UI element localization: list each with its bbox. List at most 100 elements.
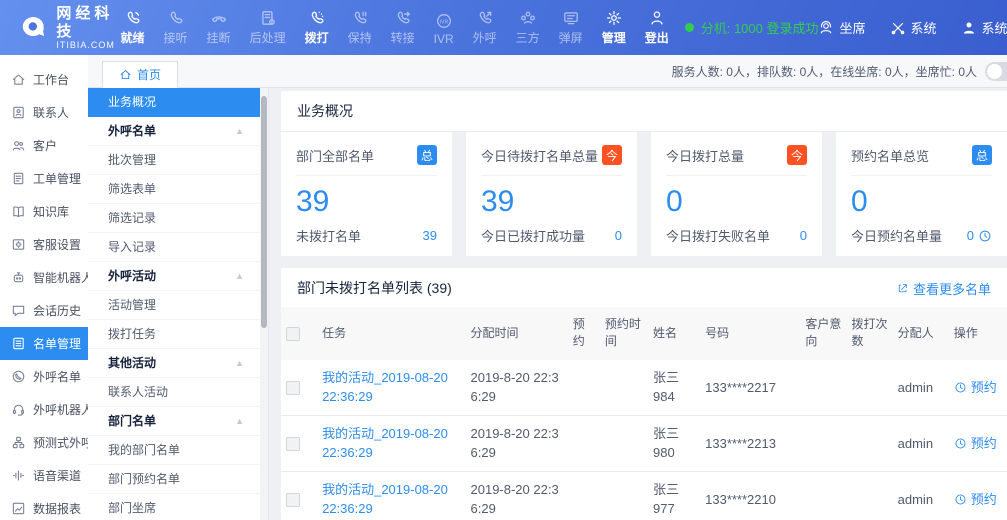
toolbar-ivr-button[interactable]: IVRIVR (434, 12, 454, 46)
monitor-toggle[interactable] (985, 62, 1007, 81)
sidebar-item-outbound-list[interactable]: 外呼名单 (0, 360, 88, 393)
queue-stats: 服务人数: 0人，排队数: 0人，在线坐席: 0人，坐席忙: 0人 (672, 55, 1007, 87)
sidebar-item-label: 外呼机器人 (33, 401, 93, 418)
submenu-item-filter-form[interactable]: 筛选表单 (88, 175, 268, 204)
logo-icon (18, 12, 48, 44)
logo-title: 网经科技 (56, 5, 120, 40)
sidebar-item-voice-channel[interactable]: 语音渠道 (0, 459, 88, 492)
view-more-link[interactable]: 查看更多名单 (897, 279, 991, 298)
task-link[interactable]: 我的活动_2019-08-2022:36:29 (322, 426, 448, 461)
toolbar-outcall-button[interactable]: 外呼 (473, 9, 497, 46)
assign-time: 2019-8-20 22:36:29 (471, 370, 559, 405)
card-value: 39 (296, 176, 437, 226)
hangup-icon (210, 9, 228, 27)
toolbar-label: 就绪 (121, 29, 145, 46)
queue-stats-text: 服务人数: 0人，排队数: 0人，在线坐席: 0人，坐席忙: 0人 (672, 63, 977, 80)
submenu-item-dial-tasks[interactable]: 拨打任务 (88, 320, 268, 349)
submenu-scrollbar[interactable] (260, 88, 268, 520)
outcall-icon (476, 9, 494, 27)
toolbar-answer-button[interactable]: 接听 (164, 9, 188, 46)
submenu-section-label: 部门名单 (108, 414, 156, 428)
submenu-label: 部门坐席 (108, 501, 156, 515)
sidebar-item-service-settings[interactable]: 客服设置 (0, 228, 88, 261)
stat-card-department-total: 部门全部名单总 39 未拨打名单39 (281, 132, 452, 256)
submenu-section-outbound-list[interactable]: 外呼名单▲ (88, 117, 268, 146)
tab-home[interactable]: 首页 (102, 61, 178, 88)
sidebar-item-customers[interactable]: 客户 (0, 129, 88, 162)
toolbar-transfer-button[interactable]: 转接 (391, 9, 415, 46)
submenu-item-filter-records[interactable]: 筛选记录 (88, 204, 268, 233)
sidebar-item-workorders[interactable]: 工单管理 (0, 162, 88, 195)
agent-menu-item[interactable]: 坐席 (818, 18, 865, 37)
sidebar-item-robot[interactable]: 智能机器人 (0, 261, 88, 294)
assignee: admin (898, 380, 933, 395)
sidebar-item-knowledge[interactable]: 知识库 (0, 195, 88, 228)
submenu-item-department-reserve-list[interactable]: 部门预约名单 (88, 465, 268, 494)
assign-time: 2019-8-20 22:36:29 (471, 426, 559, 461)
toolbar-popup-button[interactable]: 弹屏 (559, 9, 583, 46)
card-footer-label: 今日拨打失败名单 (666, 226, 770, 245)
submenu-item-contact-activity[interactable]: 联系人活动 (88, 378, 268, 407)
table-row: 我的活动_2019-08-2022:36:29 2019-8-20 22:36:… (281, 415, 1007, 471)
submenu-section-outbound-activity[interactable]: 外呼活动▲ (88, 262, 268, 291)
arrow-out-icon (897, 282, 909, 294)
toolbar-dial-button[interactable]: 拨打 (305, 9, 329, 46)
row-checkbox[interactable] (286, 437, 300, 451)
card-footer-value: 0 (615, 228, 622, 243)
submenu-panel: 业务概况 外呼名单▲ 批次管理 筛选表单 筛选记录 导入记录 外呼活动▲ 活动管… (88, 88, 269, 520)
sidebar-item-contacts[interactable]: 联系人 (0, 96, 88, 129)
submenu-item-import-records[interactable]: 导入记录 (88, 233, 268, 262)
user-menu[interactable]: 系统管理员▼ (961, 18, 1007, 37)
col-actions: 操作 (949, 307, 1007, 360)
headset-icon (11, 402, 26, 417)
dial-icon (308, 9, 326, 27)
select-all-checkbox[interactable] (286, 327, 300, 341)
submenu-label: 业务概况 (108, 95, 156, 109)
toolbar-hangup-button[interactable]: 挂断 (207, 9, 231, 46)
sidebar-item-chat-history[interactable]: 会话历史 (0, 294, 88, 327)
task-link[interactable]: 我的活动_2019-08-2022:36:29 (322, 482, 448, 517)
transfer-icon (394, 9, 412, 27)
sidebar-item-list-management[interactable]: 名单管理 (0, 327, 88, 360)
system-menu-item[interactable]: 系统 (890, 18, 937, 37)
submenu-item-department-agents[interactable]: 部门坐席 (88, 494, 268, 520)
logo-subtitle: ITIBIA.COM (56, 40, 120, 50)
sidebar-item-label: 数据报表 (33, 500, 81, 517)
row-checkbox[interactable] (286, 493, 300, 507)
reserve-action-button[interactable]: 预约 (954, 378, 1002, 398)
toggle-knob (987, 64, 1002, 79)
toolbar-label: 拨打 (305, 29, 329, 46)
submenu-item-my-department-list[interactable]: 我的部门名单 (88, 436, 268, 465)
reserve-action-button[interactable]: 预约 (954, 490, 1002, 510)
system-tools-icon (890, 20, 906, 36)
gear-icon (605, 9, 623, 27)
submenu-section-other-activity[interactable]: 其他活动▲ (88, 349, 268, 378)
col-dial-count: 拨打次数 (847, 307, 893, 360)
toolbar-hold-button[interactable]: 保持 (348, 9, 372, 46)
list-icon (11, 336, 26, 351)
submenu-section-department-list[interactable]: 部门名单▲ (88, 407, 268, 436)
scrollbar-thumb[interactable] (261, 96, 267, 328)
user-icon (961, 20, 977, 36)
sidebar-item-outbound-robot[interactable]: 外呼机器人 (0, 393, 88, 426)
row-checkbox[interactable] (286, 381, 300, 395)
task-link[interactable]: 我的活动_2019-08-2022:36:29 (322, 370, 448, 405)
toolbar-manage-button[interactable]: 管理 (602, 9, 626, 46)
toolbar-threeway-button[interactable]: 三方 (516, 9, 540, 46)
submenu-item-activity-management[interactable]: 活动管理 (88, 291, 268, 320)
toolbar-ready-button[interactable]: 就绪 (121, 9, 145, 46)
toolbar-logout-button[interactable]: 登出 (645, 9, 669, 46)
waveform-icon (11, 468, 26, 483)
submenu-item-business-overview[interactable]: 业务概况 (88, 88, 268, 117)
chevron-up-icon: ▲ (235, 349, 244, 378)
sidebar-item-data-report[interactable]: 数据报表 (0, 492, 88, 520)
home-icon (11, 72, 26, 87)
workorder-icon (11, 171, 26, 186)
toolbar-afterwork-button[interactable]: 后处理 (250, 9, 286, 46)
reserve-action-button[interactable]: 预约 (954, 434, 1002, 454)
sidebar-item-workbench[interactable]: 工作台 (0, 63, 88, 96)
customer-name: 张三984 (653, 370, 679, 405)
sidebar-item-predictive-outbound[interactable]: 预测式外呼 (0, 426, 88, 459)
submenu-item-batch-management[interactable]: 批次管理 (88, 146, 268, 175)
org-chart-icon (11, 435, 26, 450)
